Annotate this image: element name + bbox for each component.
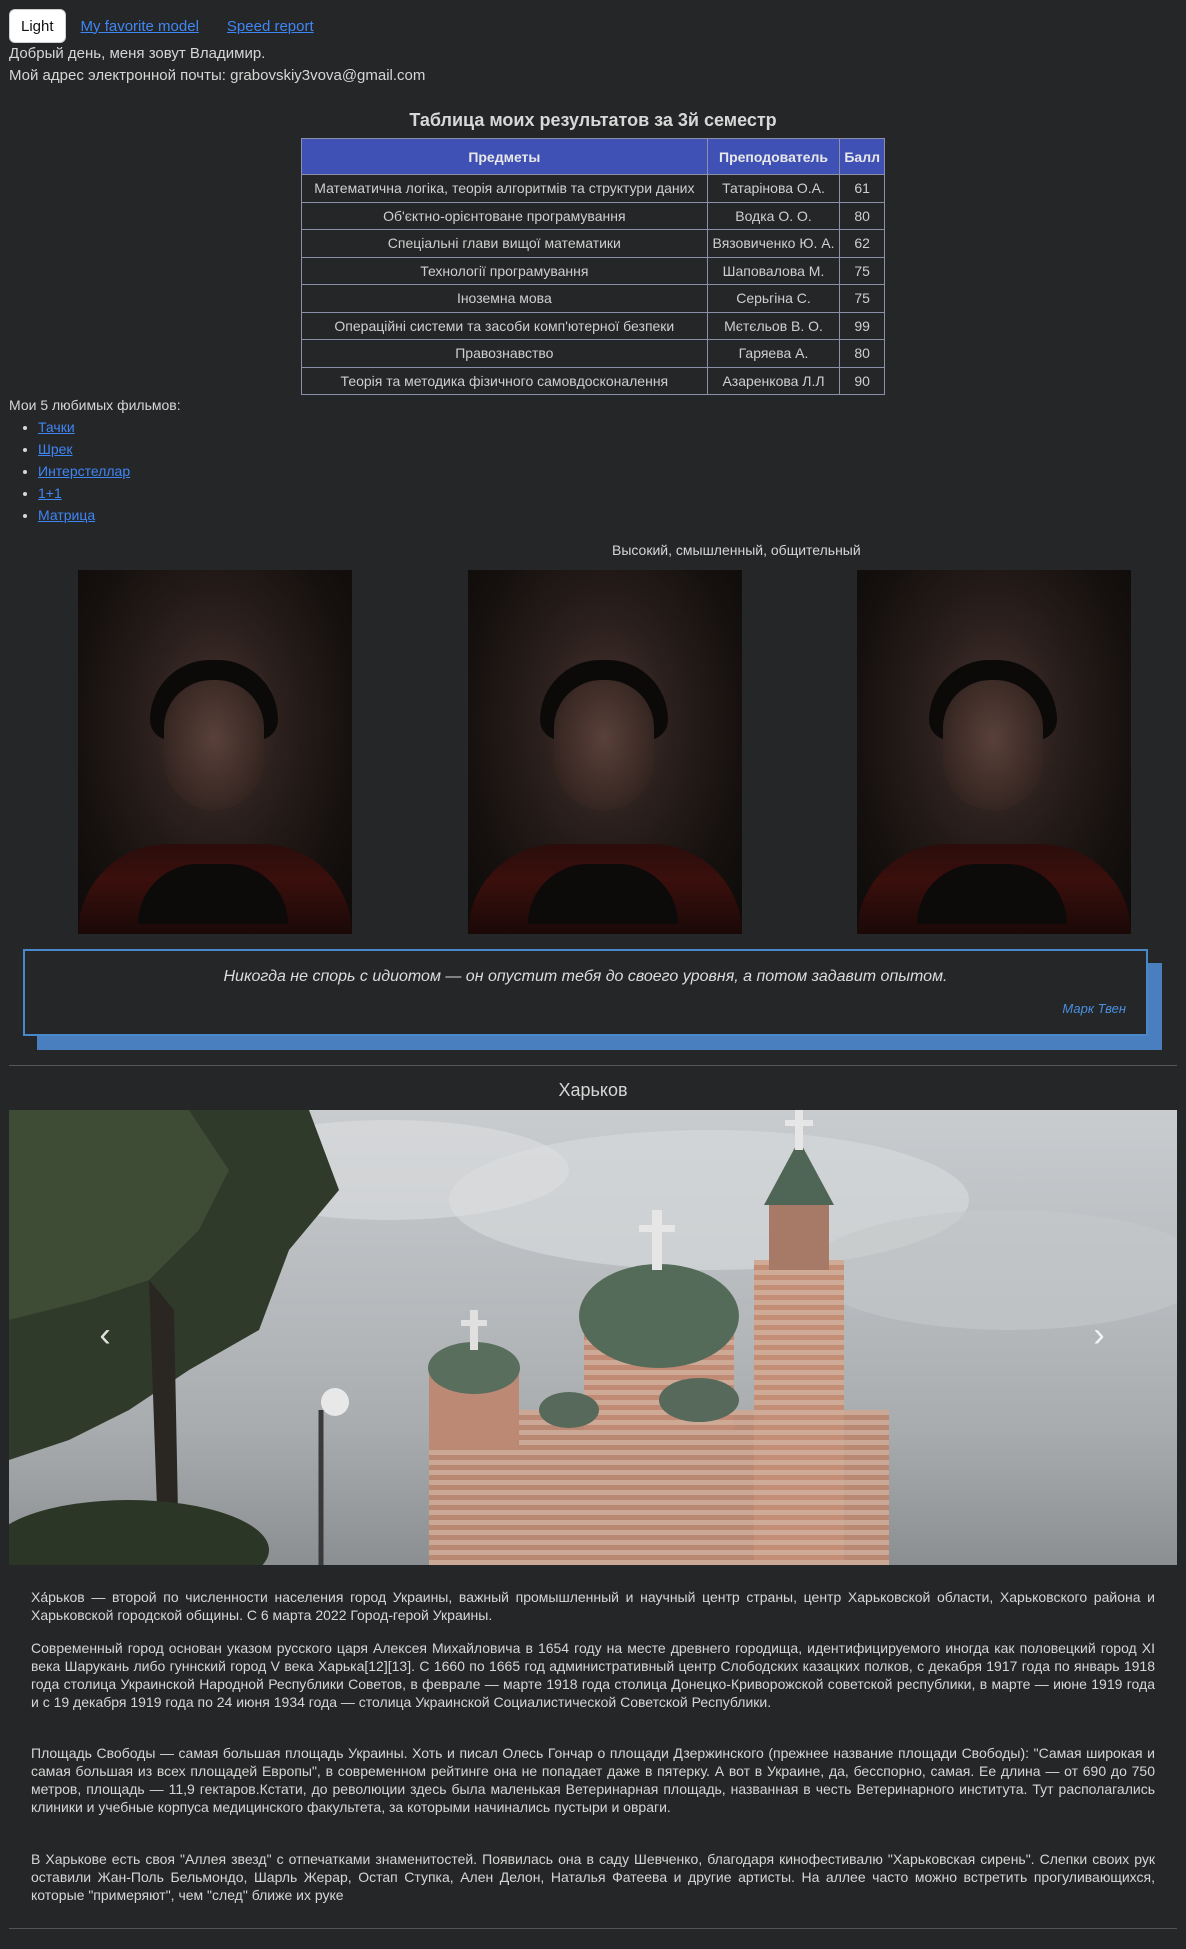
traits-caption: Высокий, смышленный, общительный (612, 542, 861, 558)
films-label: Мои 5 любимых фильмов: (9, 397, 181, 413)
table-row: Іноземна мова Серьгіна С. 75 (301, 284, 885, 313)
films-list: Тачки Шрек Интерстеллар 1+1 Матрица (9, 417, 130, 527)
list-item: Тачки (38, 417, 130, 439)
table-row: Спеціальні глави вищої математики Вязови… (301, 229, 885, 258)
score-cell: 99 (839, 311, 885, 340)
theme-toggle-button[interactable]: Light (9, 9, 66, 43)
score-cell: 75 (839, 256, 885, 285)
subject-cell: Теорія та методика фізичного самовдоскон… (301, 366, 708, 395)
paragraph-text: Современный город основан указом русског… (31, 1640, 1155, 1710)
portrait-photo-1 (78, 570, 352, 934)
list-item: Интерстеллар (38, 461, 130, 483)
score-cell: 80 (839, 201, 885, 230)
list-item: Шрек (38, 439, 130, 461)
teacher-cell: Мєтєльов В. О. (706, 311, 841, 340)
subject-cell: Правознавство (301, 339, 708, 368)
city-title: Харьков (558, 1080, 628, 1100)
grades-table: Предметы Преподователь Балл Математична … (301, 138, 885, 395)
chevron-right-icon[interactable]: › (1079, 1315, 1119, 1355)
table-row: Правознавство Гаряева А. 80 (301, 339, 885, 368)
score-cell: 90 (839, 366, 885, 395)
divider (9, 1928, 1177, 1929)
table-row: Операційні системи та засоби комп'ютерно… (301, 311, 885, 340)
column-header-score: Балл (839, 138, 885, 175)
teacher-cell: Татарінова О.А. (706, 174, 841, 203)
column-header-teacher: Преподователь (706, 138, 841, 175)
top-bar: Light My favorite model Speed report (9, 9, 314, 43)
table-header-row: Предметы Преподователь Балл (301, 138, 885, 175)
subject-cell: Іноземна мова (301, 284, 708, 313)
table-row: Математична логіка, теорія алгоритмів та… (301, 174, 885, 203)
table-row: Технології програмування Шаповалова М. 7… (301, 256, 885, 285)
teacher-cell: Вязовиченко Ю. А. (706, 229, 841, 258)
subject-cell: Технології програмування (301, 256, 708, 285)
teacher-cell: Водка О. О. (706, 201, 841, 230)
subject-cell: Спеціальні глави вищої математики (301, 229, 708, 258)
list-item: 1+1 (38, 483, 130, 505)
column-header-subject: Предметы (301, 138, 708, 175)
film-link-shrek[interactable]: Шрек (38, 441, 73, 457)
divider (9, 1065, 1177, 1066)
subject-cell: Операційні системи та засоби комп'ютерно… (301, 311, 708, 340)
quote-text: Никогда не спорь с идиотом — он опустит … (223, 968, 948, 985)
film-link-matrix[interactable]: Матрица (38, 507, 95, 523)
table-row: Об'єктно-орієнтоване програмування Водка… (301, 201, 885, 230)
city-paragraph-3: Площадь Свободы — самая большая площадь … (31, 1744, 1155, 1816)
subject-cell: Математична логіка, теорія алгоритмів та… (301, 174, 708, 203)
table-row: Теорія та методика фізичного самовдоскон… (301, 366, 885, 395)
email-text: Мой адрес электронной почты: grabovskiy3… (9, 67, 426, 84)
paragraph-text: Ха́рьков — второй по численности населен… (31, 1589, 1155, 1623)
portrait-photo-2 (468, 570, 742, 934)
score-cell: 80 (839, 339, 885, 368)
cathedral-photo (9, 1110, 1177, 1565)
film-link-cars[interactable]: Тачки (38, 419, 75, 435)
film-link-intouchables[interactable]: 1+1 (38, 485, 62, 501)
teacher-cell: Азаренкова Л.Л (706, 366, 841, 395)
link-favorite-model[interactable]: My favorite model (81, 18, 199, 35)
subject-cell: Об'єктно-орієнтоване програмування (301, 201, 708, 230)
list-item: Матрица (38, 505, 130, 527)
score-cell: 62 (839, 229, 885, 258)
teacher-cell: Шаповалова М. (706, 256, 841, 285)
paragraph-text: Площадь Свободы — самая большая площадь … (31, 1745, 1155, 1815)
city-paragraph-2: Современный город основан указом русског… (31, 1639, 1155, 1711)
city-carousel[interactable]: ‹ › (9, 1110, 1177, 1565)
paragraph-text: В Харькове есть своя "Аллея звезд" с отп… (31, 1851, 1155, 1903)
quote-author: Марк Твен (1062, 1001, 1126, 1016)
link-speed-report[interactable]: Speed report (227, 18, 314, 35)
chevron-left-icon[interactable]: ‹ (85, 1315, 125, 1355)
grades-table-title: Таблица моих результатов за 3й семестр (409, 110, 777, 130)
film-link-interstellar[interactable]: Интерстеллар (38, 463, 130, 479)
quote-block: Никогда не спорь с идиотом — он опустит … (23, 949, 1148, 1036)
city-paragraph-4: В Харькове есть своя "Аллея звезд" с отп… (31, 1850, 1155, 1904)
score-cell: 75 (839, 284, 885, 313)
portrait-photo-3 (857, 570, 1131, 934)
teacher-cell: Серьгіна С. (706, 284, 841, 313)
greeting-text: Добрый день, меня зовут Владимир. (9, 45, 266, 62)
city-paragraph-1: Ха́рьков — второй по численности населен… (31, 1588, 1155, 1624)
teacher-cell: Гаряева А. (706, 339, 841, 368)
score-cell: 61 (839, 174, 885, 203)
